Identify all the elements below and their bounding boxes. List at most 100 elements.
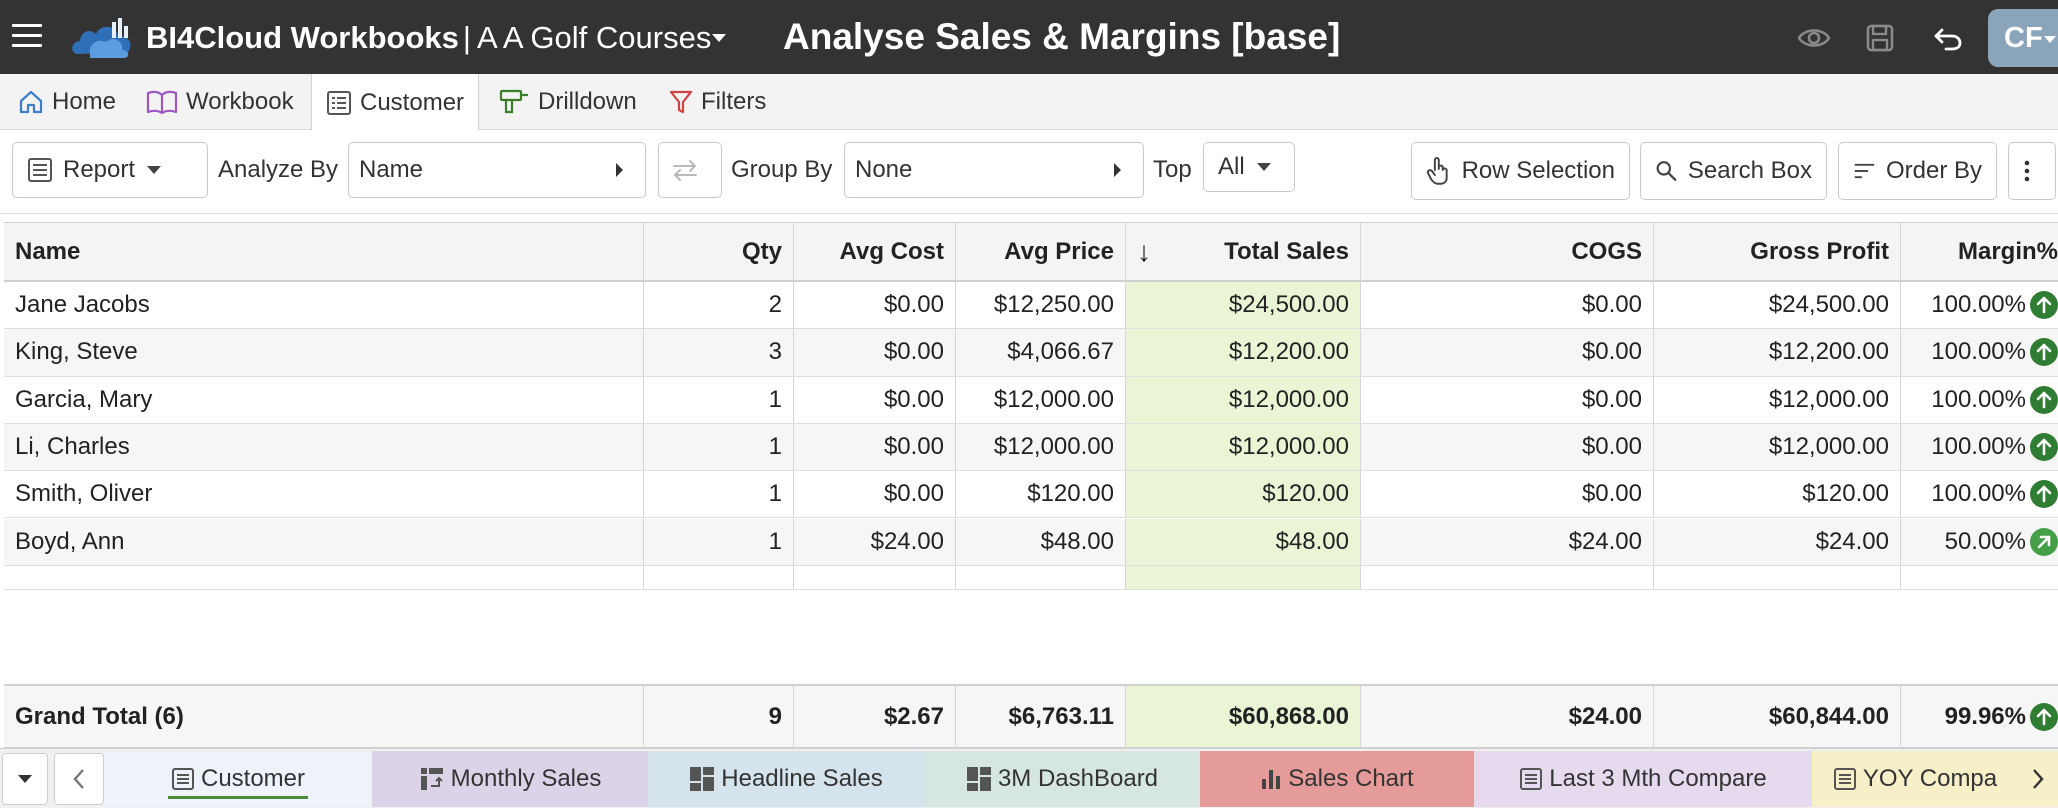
col-header-avg-price[interactable]: Avg Price: [956, 223, 1126, 280]
eye-icon[interactable]: [1796, 20, 1832, 56]
col-header-margin[interactable]: Margin%: [1901, 223, 2058, 280]
sheet-menu-button[interactable]: [2, 753, 48, 805]
sheet-prev-button[interactable]: [54, 753, 104, 805]
analyze-by-select[interactable]: Name: [348, 142, 646, 198]
chevron-right-icon: [616, 163, 623, 177]
total-name: Grand Total (6): [4, 686, 644, 747]
sheet-tab-yoy-compa[interactable]: YOY Compa: [1812, 751, 2018, 807]
cell-margin: 100.00%: [1901, 282, 2058, 328]
cell-margin: 50.00%: [1901, 519, 2058, 565]
col-header-total-sales[interactable]: ↓ Total Sales: [1126, 223, 1361, 280]
margin-value: 100.00%: [1931, 385, 2026, 413]
sheet-tab-customer[interactable]: Customer: [104, 751, 372, 807]
tab-home-label: Home: [52, 88, 117, 115]
row-selection-button[interactable]: Row Selection: [1411, 142, 1630, 200]
table-row[interactable]: Li, Charles 1 $0.00 $12,000.00 $12,000.00 $0.…: [4, 423, 2058, 472]
margin-value: 100.00%: [1931, 480, 2026, 508]
col-header-cogs[interactable]: COGS: [1361, 223, 1654, 280]
more-options-button[interactable]: [2008, 142, 2056, 200]
col-header-qty[interactable]: Qty: [644, 223, 794, 280]
cell-cogs: $0.00: [1361, 423, 1654, 471]
sheet-tab-headline-sales[interactable]: Headline Sales: [648, 751, 924, 807]
cell-gross-profit: $12,000.00: [1654, 376, 1901, 423]
cell-total-sales: $12,000.00: [1126, 376, 1361, 423]
cell-total-sales: $120.00: [1126, 471, 1361, 518]
col-header-gross-profit[interactable]: Gross Profit: [1654, 223, 1901, 280]
chevron-right-icon: [1114, 163, 1121, 177]
cell-margin: 100.00%: [1901, 329, 2058, 375]
cell-avg-cost: $0.00: [794, 423, 956, 471]
tab-customer[interactable]: Customer: [311, 74, 480, 131]
search-box-button[interactable]: Search Box: [1640, 142, 1827, 200]
report-button-label: Report: [63, 156, 136, 183]
cell-avg-price: $120.00: [956, 471, 1126, 518]
top-value: All: [1218, 153, 1245, 180]
table-row[interactable]: Boyd, Ann 1 $24.00 $48.00 $48.00 $24.00 $24.00…: [4, 518, 2058, 566]
total-gross-profit: $60,844.00: [1654, 686, 1901, 747]
cell-avg-price: $4,066.67: [956, 329, 1126, 376]
col-header-avg-cost[interactable]: Avg Cost: [794, 223, 956, 280]
grand-total-row: Grand Total (6) 9 $2.67 $6,763.11 $60,86…: [4, 684, 2058, 748]
top-select[interactable]: All: [1203, 142, 1295, 192]
table-row[interactable]: Garcia, Mary 1 $0.00 $12,000.00 $12,000.00 $0…: [4, 376, 2058, 424]
tab-filters[interactable]: Filters: [669, 74, 766, 130]
group-by-select[interactable]: None: [844, 142, 1144, 198]
company-name[interactable]: A A Golf Courses: [477, 20, 711, 55]
cell-name: Li, Charles: [4, 423, 644, 471]
cell-gross-profit: $24,500.00: [1654, 282, 1901, 329]
dashboard-icon: [689, 766, 721, 792]
cell-margin: [1901, 566, 2058, 589]
cell-total-sales: [1126, 565, 1361, 589]
user-avatar[interactable]: CF: [1988, 9, 2058, 67]
group-by-label: Group By: [731, 156, 833, 183]
cell-total-sales: $48.00: [1126, 518, 1361, 565]
analyze-by-value: Name: [359, 156, 424, 183]
menu-icon[interactable]: [12, 24, 42, 50]
cell-gross-profit: $24.00: [1654, 518, 1901, 565]
cell-cogs: [1361, 565, 1654, 589]
cell-total-sales: $12,200.00: [1126, 329, 1361, 376]
chevron-down-icon: [147, 166, 162, 174]
tab-drilldown[interactable]: Drilldown: [498, 74, 637, 130]
table-row[interactable]: King, Steve 3 $0.00 $4,066.67 $12,200.00 $0.0…: [4, 329, 2058, 377]
sheet-tab-sales-chart[interactable]: Sales Chart: [1200, 751, 1474, 807]
col-header-name[interactable]: Name: [4, 223, 644, 280]
tab-customer-label: Customer: [360, 88, 465, 116]
margin-value: 100.00%: [1931, 433, 2026, 461]
company-dropdown-caret-icon[interactable]: [712, 34, 726, 42]
chevron-down-icon: [18, 775, 32, 783]
sheet-tab-label: Sales Chart: [1288, 765, 1414, 792]
report-button[interactable]: Report: [12, 142, 208, 198]
brand-separator: |: [462, 20, 471, 55]
total-avg-cost: $2.67: [794, 686, 956, 747]
save-icon[interactable]: [1862, 20, 1898, 56]
sheet-tab-last-3-mth-compare[interactable]: Last 3 Mth Compare: [1474, 751, 1812, 807]
cell-cogs: $0.00: [1361, 282, 1654, 329]
cell-qty: 1: [644, 518, 794, 565]
brand-title: BI4Cloud Workbooks | A A Golf Courses: [146, 20, 711, 56]
sheet-tab-3m-dashboard[interactable]: 3M DashBoard: [924, 751, 1200, 807]
tab-home[interactable]: Home: [18, 74, 116, 130]
cell-total-sales: $12,000.00: [1126, 423, 1361, 471]
cell-avg-price: [956, 565, 1126, 589]
table-row[interactable]: Smith, Oliver 1 $0.00 $120.00 $120.00 $0.00 $1…: [4, 471, 2058, 519]
cell-qty: 3: [644, 329, 794, 376]
sheet-tab-label: Monthly Sales: [450, 765, 602, 792]
undo-icon[interactable]: [1930, 20, 1966, 56]
table-row[interactable]: Jane Jacobs 2 $0.00 $12,250.00 $24,500.00 $0.…: [4, 282, 2058, 330]
grid-header: Name Qty Avg Cost Avg Price ↓ Total Sale…: [4, 222, 2058, 282]
sheet-tabs-bar: Customer Monthly Sales Headline Sales 3M Da…: [0, 748, 2058, 808]
dashboard-icon: [966, 766, 998, 792]
cell-avg-cost: $0.00: [794, 376, 956, 423]
brand-name: BI4Cloud Workbooks: [146, 20, 459, 55]
swap-button[interactable]: [658, 142, 722, 198]
order-by-label: Order By: [1885, 157, 1982, 184]
tab-workbook[interactable]: Workbook: [146, 74, 294, 130]
order-by-button[interactable]: Order By: [1838, 142, 1997, 200]
sheet-tab-monthly-sales[interactable]: Monthly Sales: [372, 751, 648, 807]
cell-qty: 1: [644, 471, 794, 518]
avatar-caret-icon: [2044, 36, 2056, 43]
sheet-next-button[interactable]: [2018, 751, 2058, 807]
cell-avg-cost: $0.00: [794, 471, 956, 518]
cell-gross-profit: $12,200.00: [1654, 329, 1901, 376]
